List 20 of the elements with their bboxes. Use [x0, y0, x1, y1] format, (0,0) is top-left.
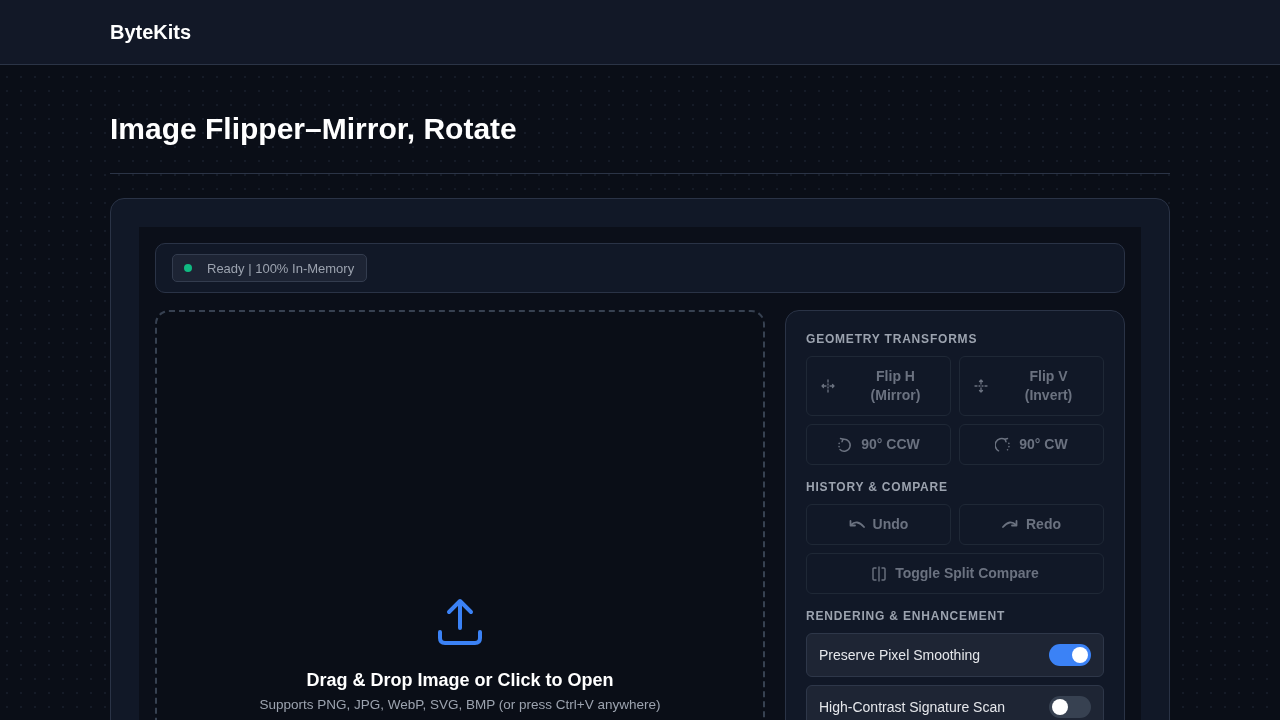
toggle-switch[interactable] — [1049, 696, 1091, 718]
split-view-icon — [871, 565, 888, 582]
status-text: Ready | 100% In-Memory — [207, 260, 355, 276]
status-dot-icon — [183, 263, 193, 273]
brand-name[interactable]: ByteKits — [110, 20, 192, 43]
section-heading: GEOMETRY TRANSFORMS — [806, 331, 979, 347]
rotate-left-icon — [837, 436, 854, 453]
setting-label: High-Contrast Signature Scan — [819, 699, 1005, 715]
drop-hint: Supports PNG, JPG, WebP, SVG, BMP (or press Ctrl+V anywhere) — [259, 697, 661, 712]
section-heading: HISTORY & COMPARE — [806, 479, 949, 495]
toggle-switch[interactable] — [1049, 644, 1091, 666]
rotate-right-icon — [995, 436, 1012, 453]
upload-icon — [436, 598, 484, 646]
flip-vertical-icon — [973, 379, 988, 393]
drop-zone[interactable]: Drag & Drop Image or Click to Open Supports PNG, JPG, WebP, SVG, BMP (or press Ctrl+V anywhere) — [155, 310, 765, 720]
section-heading: RENDERING & ENHANCEMENT — [806, 608, 1007, 624]
setting-label: Preserve Pixel Smoothing — [819, 647, 981, 663]
drop-title: Drag & Drop Image or Click to Open — [306, 670, 614, 691]
flip-horizontal-icon — [820, 379, 835, 393]
page-title: Image Flipper–Mirror, Rotate — [110, 111, 518, 147]
